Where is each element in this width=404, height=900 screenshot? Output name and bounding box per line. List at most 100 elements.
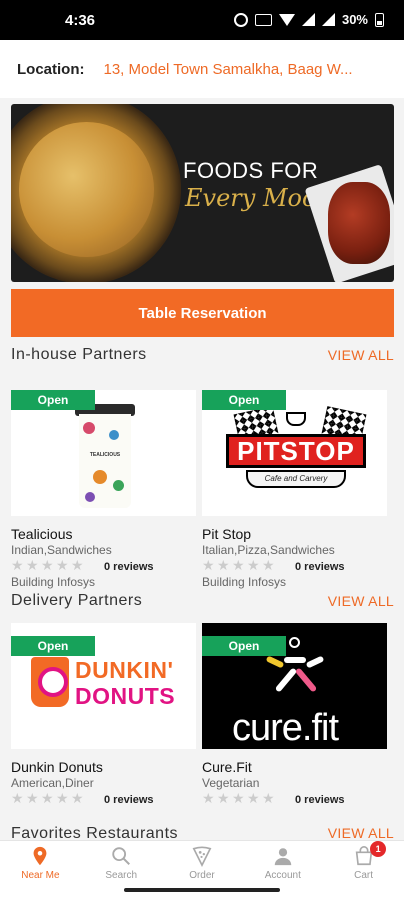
partner-cuisine: Vegetarian: [202, 776, 260, 790]
rating-row: ★ ★ ★ ★ ★ 0 reviews: [11, 792, 196, 807]
in-house-view-all[interactable]: VIEW ALL: [328, 347, 394, 363]
star-icon: ★: [26, 791, 39, 807]
star-icon: ★: [56, 558, 69, 574]
pitstop-image: Open PITSTOP Cafe and Carvery: [202, 390, 387, 516]
open-badge: Open: [11, 636, 95, 656]
home-gesture-pill[interactable]: [124, 888, 280, 892]
partner-address: Building Infosys: [202, 575, 287, 589]
delivery-view-all[interactable]: VIEW ALL: [328, 593, 394, 609]
curefit-image: Open cure.fit: [202, 623, 387, 749]
tea-cup-image: TEALICIOUS: [75, 404, 135, 510]
favorites-view-all[interactable]: VIEW ALL: [328, 825, 394, 840]
favorites-title: Favorites Restaurants: [11, 825, 179, 840]
star-icon: ★: [11, 791, 24, 807]
nav-near-me[interactable]: Near Me: [0, 841, 81, 885]
dunkin-logo-text-1: DUNKIN': [75, 657, 174, 683]
search-icon: [112, 847, 131, 865]
nav-order[interactable]: Order: [162, 841, 243, 885]
star-icon: ★: [41, 791, 54, 807]
cart-count-badge: 1: [370, 841, 387, 857]
star-icon: ★: [262, 558, 275, 574]
partner-card-tealicious[interactable]: Open TEALICIOUS Tealicious Indian,Sandwi…: [11, 390, 196, 589]
favorites-header: Favorites Restaurants VIEW ALL: [11, 825, 394, 840]
dunkin-logo-text-2: DONUTS: [75, 683, 176, 709]
pitstop-logo-text: PITSTOP: [226, 434, 366, 468]
curefit-bar: [265, 655, 285, 669]
curefit-bar: [294, 667, 318, 693]
star-rating: ★ ★ ★ ★ ★: [11, 558, 104, 574]
star-icon: ★: [247, 558, 260, 574]
wifi-icon: [278, 13, 295, 26]
location-bar[interactable]: Location: 13, Model Town Samalkha, Baag …: [0, 40, 404, 98]
rating-row: ★ ★ ★ ★ ★ 0 reviews: [11, 559, 196, 574]
nav-label: Search: [105, 870, 138, 881]
curefit-bar: [284, 657, 306, 663]
status-bar: 4:36 30%: [0, 0, 404, 40]
volte-icon: [254, 13, 272, 26]
cup-flower: [85, 492, 95, 502]
star-icon: ★: [26, 558, 39, 574]
delivery-title: Delivery Partners: [11, 592, 143, 609]
star-icon: ★: [11, 558, 24, 574]
review-count: 0 reviews: [104, 560, 154, 573]
nav-label: Account: [264, 870, 301, 881]
table-reservation-button[interactable]: Table Reservation: [11, 289, 394, 337]
star-icon: ★: [71, 791, 84, 807]
star-icon: ★: [217, 558, 230, 574]
signal-icon: [301, 13, 315, 26]
star-icon: ★: [217, 791, 230, 807]
star-rating: ★ ★ ★ ★ ★: [11, 791, 104, 807]
curefit-bar: [305, 655, 325, 669]
star-icon: ★: [262, 791, 275, 807]
nav-account[interactable]: Account: [242, 841, 323, 885]
dunkin-image: Open DUNKIN' DONUTS: [11, 623, 196, 749]
review-count: 0 reviews: [295, 560, 345, 573]
coffee-cup-icon: [286, 412, 306, 426]
partner-card-pitstop[interactable]: Open PITSTOP Cafe and Carvery Pit Stop I…: [202, 390, 387, 589]
partner-address: Building Infosys: [11, 575, 96, 589]
star-icon: ★: [232, 791, 245, 807]
cup-brand-text: TEALICIOUS: [89, 452, 121, 458]
delivery-header: Delivery Partners VIEW ALL: [11, 592, 394, 610]
partner-name: Pit Stop: [202, 526, 252, 542]
star-icon: ★: [71, 558, 84, 574]
battery-percent: 30%: [341, 12, 368, 27]
star-icon: ★: [41, 558, 54, 574]
in-house-header: In-house Partners VIEW ALL: [11, 346, 394, 364]
user-icon: [274, 848, 292, 866]
partner-name: Dunkin Donuts: [11, 759, 103, 775]
location-value[interactable]: 13, Model Town Samalkha, Baag W...: [104, 61, 379, 78]
status-time: 4:36: [65, 12, 96, 29]
review-count: 0 reviews: [104, 793, 154, 806]
alarm-icon: [233, 12, 248, 27]
pitstop-logo-subtext: Cafe and Carvery: [246, 470, 346, 488]
star-icon: ★: [202, 791, 215, 807]
banner-title: FOODS FOR: [183, 158, 319, 183]
tikka-food-image: [328, 182, 390, 264]
partner-card-dunkin[interactable]: Open DUNKIN' DONUTS Dunkin Donuts Americ…: [11, 623, 196, 807]
battery-icon: [375, 12, 384, 27]
partner-cuisine: Italian,Pizza,Sandwiches: [202, 543, 335, 557]
dunkin-cup-icon: [31, 657, 69, 707]
nav-label: Order: [189, 870, 215, 881]
nav-cart[interactable]: 1 Cart: [323, 841, 404, 885]
curefit-bar: [274, 667, 298, 693]
star-icon: ★: [232, 558, 245, 574]
tealicious-image: Open TEALICIOUS: [11, 390, 196, 516]
signal-icon-2: [321, 13, 335, 26]
star-rating: ★ ★ ★ ★ ★: [202, 791, 295, 807]
partner-card-curefit[interactable]: Open cure.fit Cure.Fit Vegetarian ★ ★ ★ ★ ★ …: [202, 623, 387, 807]
star-icon: ★: [202, 558, 215, 574]
promo-banner[interactable]: FOODS FOR Every Mood: [11, 104, 394, 282]
open-badge: Open: [202, 390, 286, 410]
location-pin-icon: [33, 846, 47, 866]
partner-cuisine: Indian,Sandwiches: [11, 543, 112, 557]
nav-search[interactable]: Search: [81, 841, 162, 885]
in-house-title: In-house Partners: [11, 346, 147, 363]
cup-flower: [93, 470, 107, 484]
cup-body: TEALICIOUS: [79, 414, 131, 508]
open-badge: Open: [202, 636, 286, 656]
star-rating: ★ ★ ★ ★ ★: [202, 558, 295, 574]
cup-flower: [109, 430, 119, 440]
curefit-dot: [289, 637, 300, 648]
